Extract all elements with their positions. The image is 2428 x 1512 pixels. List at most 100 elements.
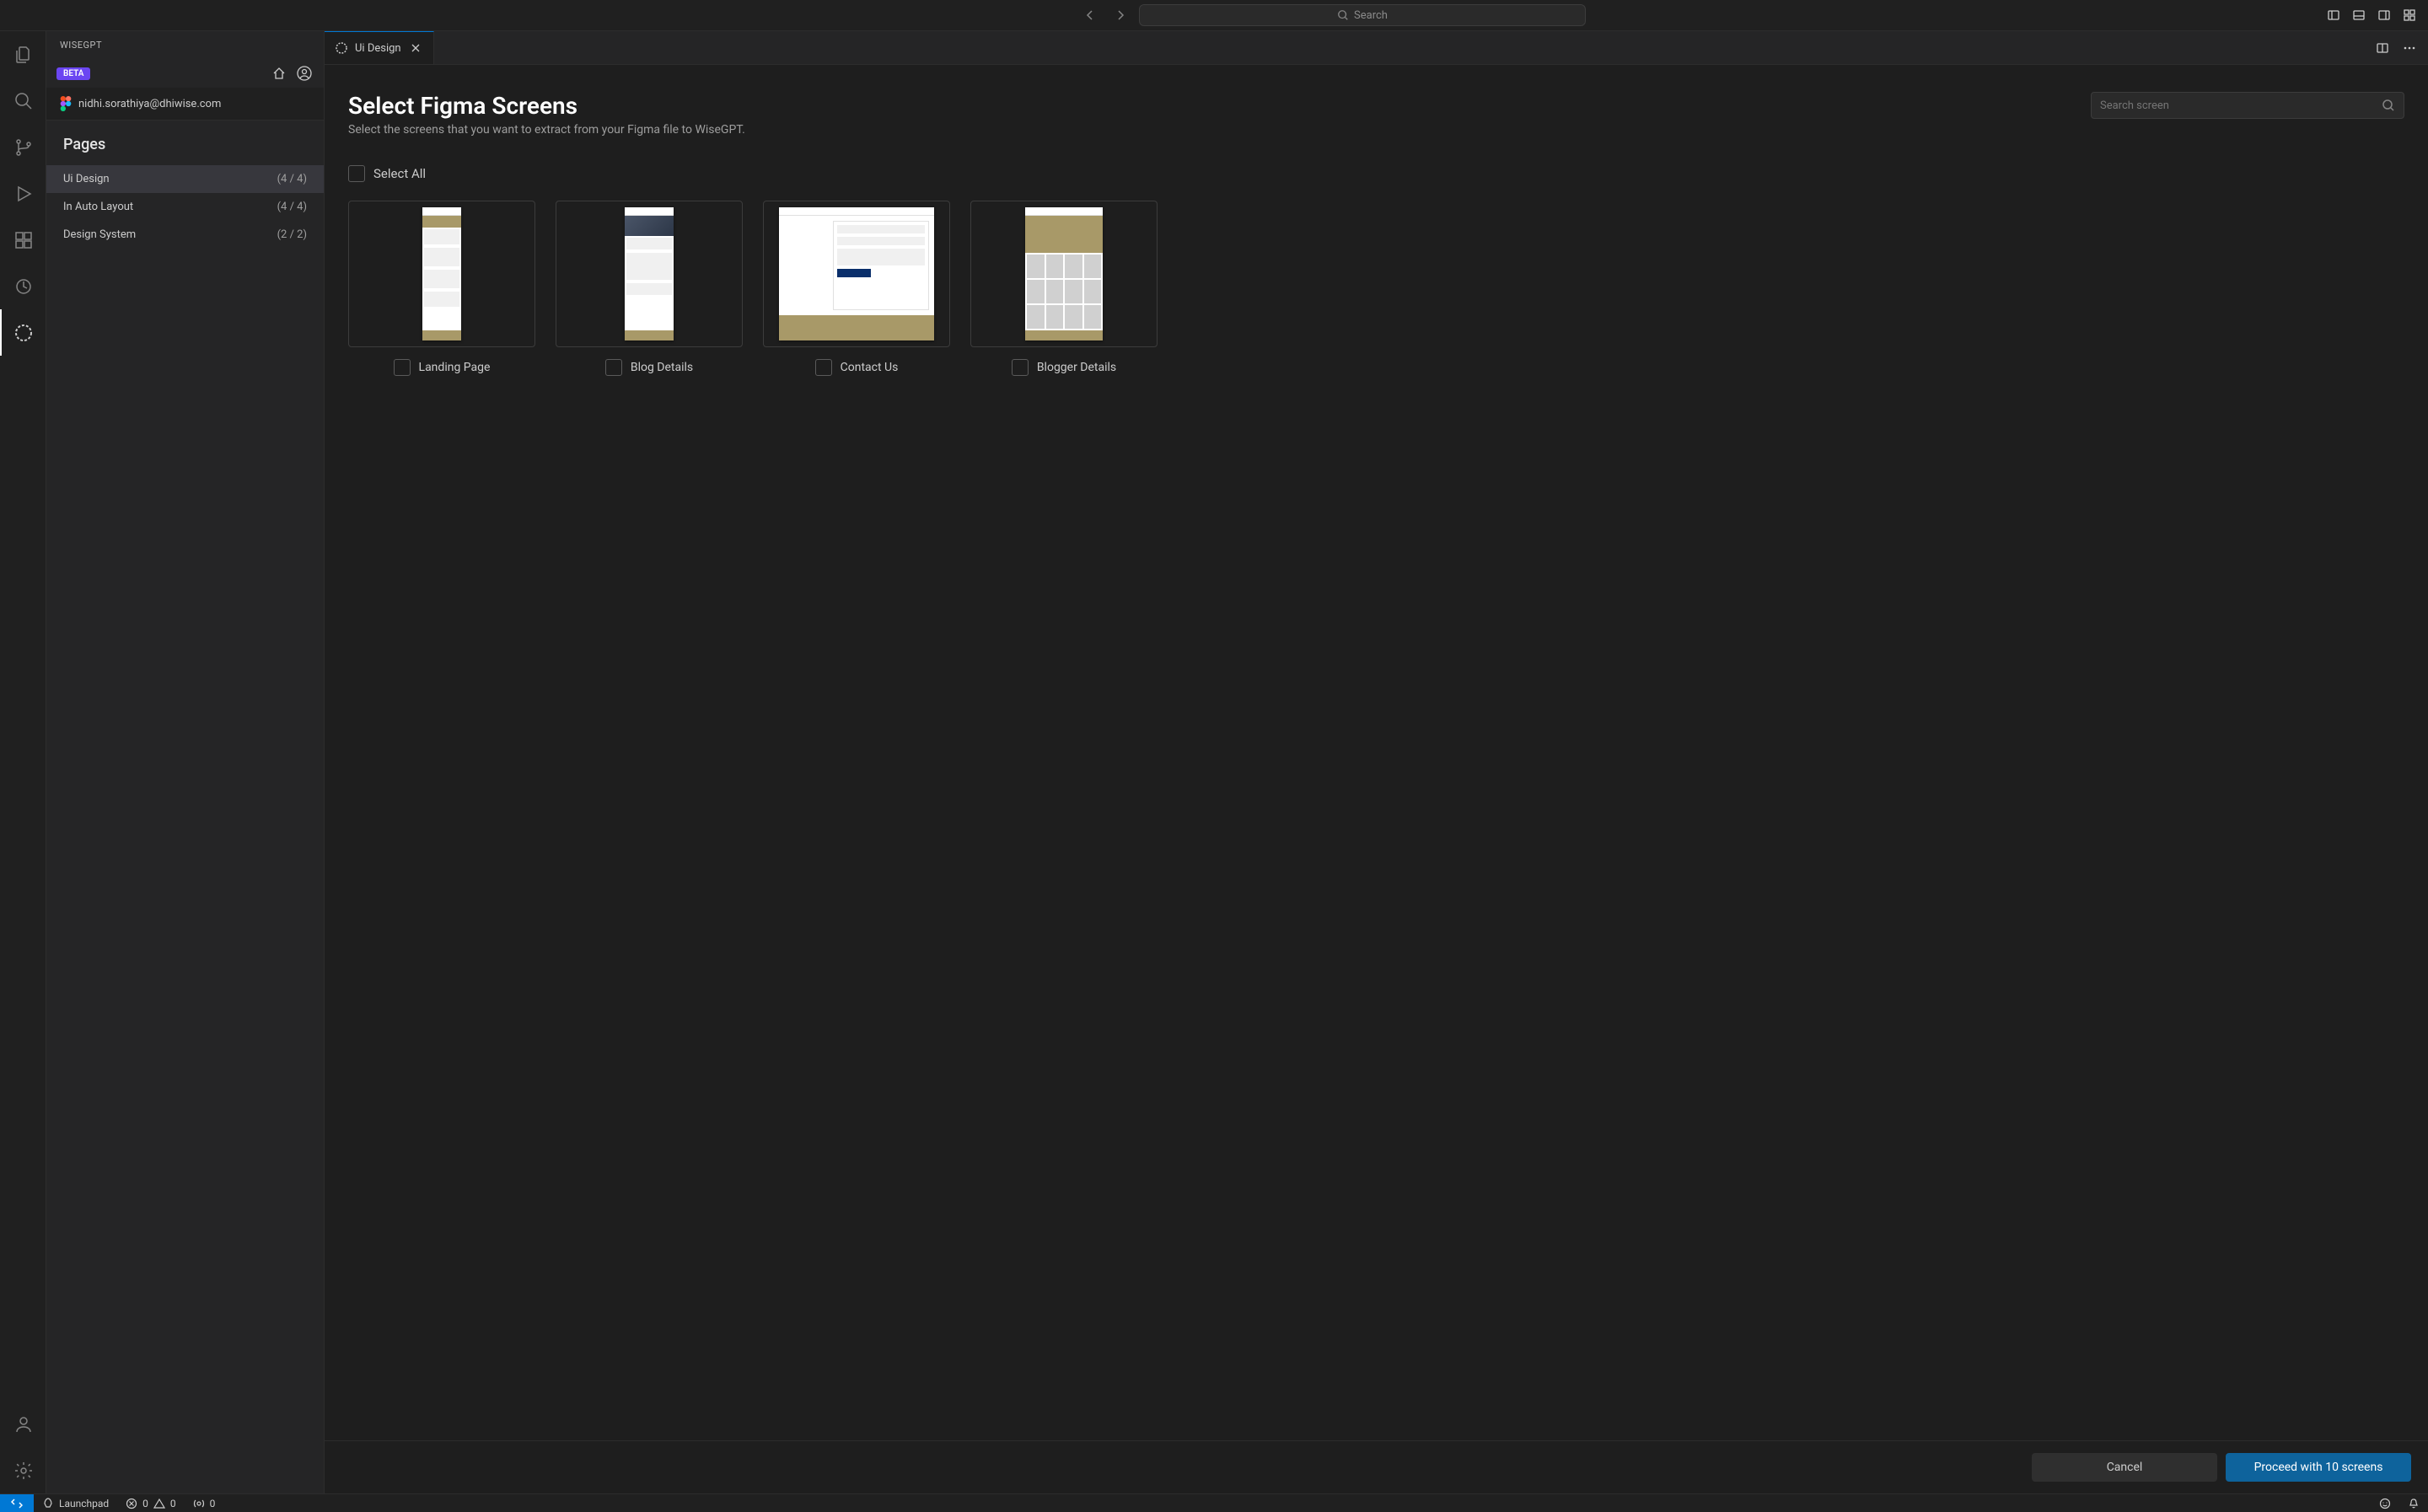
split-icon [2376, 41, 2389, 55]
status-problems[interactable]: 0 0 [117, 1494, 185, 1512]
screen-thumbnail[interactable] [763, 201, 950, 347]
status-launchpad[interactable]: Launchpad [34, 1494, 117, 1512]
toggle-primary-sidebar-button[interactable] [2322, 3, 2345, 27]
activity-accounts[interactable] [0, 1401, 46, 1447]
editor-area: Ui Design Se [325, 31, 2428, 1493]
activity-bar [0, 31, 46, 1493]
pages-heading: Pages [63, 136, 307, 153]
tab-bar: Ui Design [325, 31, 2428, 65]
command-center-search[interactable]: Search [1139, 4, 1586, 26]
nav-back-button[interactable] [1078, 3, 1102, 27]
layout-icon [2403, 8, 2416, 22]
beaker-icon [13, 276, 34, 297]
ports-count: 0 [210, 1498, 216, 1509]
extensions-icon [13, 230, 34, 250]
proceed-button[interactable]: Proceed with 10 screens [2226, 1453, 2411, 1482]
select-all-label: Select All [373, 166, 426, 181]
search-icon [13, 91, 34, 111]
close-icon [411, 43, 421, 53]
screen-thumbnail[interactable] [970, 201, 1158, 347]
page-name: Design System [63, 228, 136, 241]
screen-checkbox[interactable] [815, 359, 832, 376]
tab-label: Ui Design [355, 42, 401, 55]
warning-icon [153, 1498, 165, 1509]
home-icon [272, 67, 286, 80]
title-bar: Search [0, 0, 2428, 31]
panel-bottom-icon [2352, 8, 2366, 22]
activity-run-debug[interactable] [0, 170, 46, 217]
activity-explorer[interactable] [0, 31, 46, 78]
page-name: Ui Design [63, 173, 110, 185]
page-item-in-auto-layout[interactable]: In Auto Layout (4 / 4) [46, 193, 324, 221]
error-count: 0 [142, 1498, 148, 1509]
tab-ui-design[interactable]: Ui Design [325, 31, 434, 64]
screen-label: Blogger Details [1037, 361, 1116, 374]
figma-icon [60, 96, 72, 111]
activity-source-control[interactable] [0, 124, 46, 170]
rocket-icon [42, 1498, 54, 1509]
customize-layout-button[interactable] [2398, 3, 2421, 27]
nav-forward-button[interactable] [1109, 3, 1132, 27]
home-button[interactable] [270, 64, 288, 83]
page-count: (2 / 2) [277, 228, 307, 241]
activity-extensions[interactable] [0, 217, 46, 263]
screen-checkbox[interactable] [1012, 359, 1029, 376]
screen-search[interactable] [2091, 92, 2404, 119]
remote-indicator[interactable] [0, 1494, 34, 1512]
toggle-secondary-sidebar-button[interactable] [2372, 3, 2396, 27]
screen-card-blogger-details: Blogger Details [970, 201, 1158, 376]
branch-icon [13, 137, 34, 158]
screen-thumbnail[interactable] [348, 201, 535, 347]
account-icon [13, 1414, 34, 1434]
page-item-design-system[interactable]: Design System (2 / 2) [46, 221, 324, 249]
search-icon [2382, 99, 2395, 112]
status-notifications[interactable] [2399, 1494, 2428, 1512]
screen-label: Contact Us [841, 361, 899, 374]
status-feedback[interactable] [2371, 1494, 2399, 1512]
screen-search-input[interactable] [2100, 99, 2382, 112]
split-editor-button[interactable] [2371, 36, 2394, 60]
account-email: nidhi.sorathiya@dhiwise.com [78, 98, 221, 110]
page-item-ui-design[interactable]: Ui Design (4 / 4) [46, 165, 324, 193]
panel-right-icon [2377, 8, 2391, 22]
activity-search[interactable] [0, 78, 46, 124]
status-bar: Launchpad 0 0 0 [0, 1493, 2428, 1512]
more-actions-button[interactable] [2398, 36, 2421, 60]
wisegpt-icon [13, 323, 34, 343]
search-placeholder: Search [1354, 9, 1388, 22]
screen-card-landing-page: Landing Page [348, 201, 535, 376]
page-subheading: Select the screens that you want to extr… [348, 123, 745, 137]
page-name: In Auto Layout [63, 201, 133, 213]
user-circle-icon [297, 66, 312, 81]
profile-button[interactable] [295, 64, 314, 83]
sidebar-title: WISEGPT [46, 31, 324, 59]
screen-label: Blog Details [631, 361, 693, 374]
page-count: (4 / 4) [277, 173, 307, 185]
play-icon [13, 184, 34, 204]
launchpad-label: Launchpad [59, 1498, 109, 1509]
bell-icon [2408, 1498, 2420, 1509]
beta-badge: BETA [56, 67, 90, 80]
activity-wisegpt[interactable] [0, 309, 46, 356]
status-ports[interactable]: 0 [185, 1494, 224, 1512]
feedback-icon [2379, 1498, 2391, 1509]
files-icon [13, 45, 34, 65]
tab-close-button[interactable] [408, 40, 423, 56]
figma-account-row[interactable]: nidhi.sorathiya@dhiwise.com [46, 88, 324, 121]
gear-icon [13, 1461, 34, 1481]
activity-settings[interactable] [0, 1447, 46, 1493]
warning-count: 0 [170, 1498, 176, 1509]
screen-checkbox[interactable] [394, 359, 411, 376]
screen-checkbox[interactable] [605, 359, 622, 376]
screen-thumbnail[interactable] [556, 201, 743, 347]
cancel-button[interactable]: Cancel [2032, 1453, 2217, 1482]
activity-testing[interactable] [0, 263, 46, 309]
toggle-panel-button[interactable] [2347, 3, 2371, 27]
wisegpt-icon [335, 41, 348, 55]
arrow-right-icon [1114, 8, 1127, 22]
remote-icon [11, 1498, 23, 1509]
select-all-checkbox[interactable] [348, 165, 365, 182]
footer-bar: Cancel Proceed with 10 screens [325, 1440, 2428, 1493]
arrow-left-icon [1083, 8, 1097, 22]
sidebar: WISEGPT BETA [46, 31, 325, 1493]
